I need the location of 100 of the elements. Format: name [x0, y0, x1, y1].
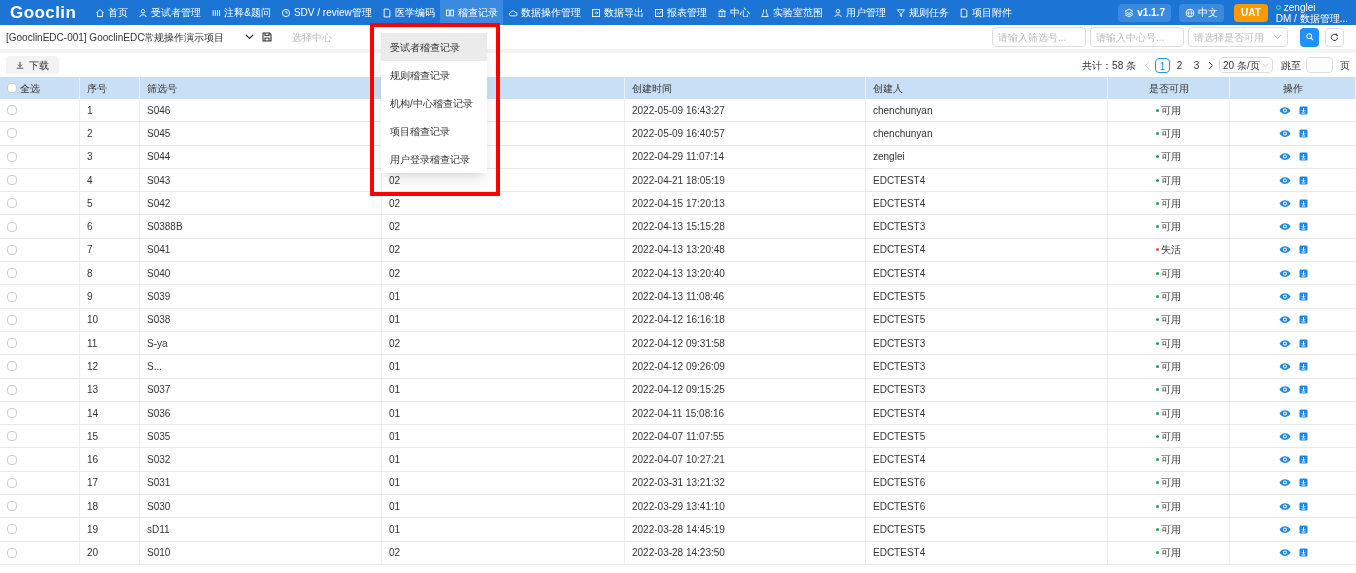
filter-field[interactable]: 请输入中心号...	[1090, 27, 1184, 47]
download-icon[interactable]	[1298, 361, 1308, 371]
eye-icon[interactable]	[1278, 385, 1291, 395]
eye-icon[interactable]	[1278, 292, 1291, 301]
download-icon[interactable]	[1298, 128, 1308, 138]
select-all-checkbox[interactable]: 全选	[7, 80, 40, 96]
nav-item[interactable]: 首页	[90, 0, 134, 25]
eye-icon[interactable]	[1278, 222, 1291, 232]
page-button[interactable]: 3	[1189, 57, 1204, 73]
nav-item[interactable]: 实验室范围	[754, 0, 828, 25]
eye-icon[interactable]	[1278, 478, 1291, 488]
nav-item[interactable]: 用户管理	[827, 0, 891, 25]
row-checkbox[interactable]	[7, 408, 17, 418]
menu-item[interactable]: 受试者稽查记录	[381, 33, 487, 61]
nav-item[interactable]: 报表管理	[648, 0, 712, 25]
row-checkbox[interactable]	[7, 151, 17, 162]
eye-icon[interactable]	[1278, 408, 1291, 418]
eye-icon[interactable]	[1278, 175, 1291, 185]
center-select[interactable]: 选择中心	[286, 27, 366, 47]
eye-icon[interactable]	[1278, 105, 1291, 115]
download-icon[interactable]	[1298, 478, 1308, 488]
project-select[interactable]: [GooclinEDC-001] GooclinEDC常规操作演示项目	[6, 27, 254, 47]
download-icon[interactable]	[1298, 268, 1308, 278]
row-checkbox[interactable]	[7, 477, 17, 488]
eye-icon[interactable]	[1278, 152, 1291, 162]
refresh-button[interactable]	[1325, 27, 1344, 47]
eye-icon[interactable]	[1278, 431, 1291, 441]
filter-field[interactable]: 请输入筛选号...	[992, 27, 1086, 47]
nav-item[interactable]: 受试者管理	[133, 0, 207, 25]
download-icon[interactable]	[1298, 245, 1308, 255]
row-checkbox[interactable]	[7, 175, 17, 186]
table-cell-text: EDCTEST3	[873, 220, 926, 235]
download-icon[interactable]	[1298, 408, 1308, 418]
table-cell-text: S0388B	[147, 220, 183, 235]
language-button[interactable]: 中文	[1178, 3, 1224, 22]
eye-icon[interactable]	[1278, 315, 1291, 325]
download-icon[interactable]	[1298, 501, 1308, 511]
row-checkbox[interactable]	[7, 338, 17, 349]
eye-icon[interactable]	[1278, 455, 1291, 465]
eye-icon[interactable]	[1278, 198, 1291, 208]
download-icon[interactable]	[1298, 455, 1308, 465]
download-icon[interactable]	[1298, 548, 1308, 558]
row-checkbox[interactable]	[7, 501, 17, 512]
menu-item[interactable]: 机构/中心稽查记录	[381, 89, 487, 117]
page-size-select[interactable]: 20 条/页	[1219, 57, 1273, 73]
menu-item[interactable]: 规则稽查记录	[381, 61, 487, 89]
eye-icon[interactable]	[1278, 338, 1291, 348]
eye-icon[interactable]	[1278, 501, 1291, 511]
nav-item[interactable]: SDV / review管理	[275, 0, 377, 25]
page-button[interactable]: 1	[1155, 57, 1170, 73]
table-cell-text: S043	[147, 173, 171, 188]
nav-item[interactable]: 医学编码	[376, 0, 440, 25]
row-checkbox[interactable]	[7, 314, 17, 325]
eye-icon[interactable]	[1278, 268, 1291, 278]
download-icon[interactable]	[1298, 338, 1308, 348]
nav-item[interactable]: 注释&题问	[206, 0, 276, 25]
row-checkbox[interactable]	[7, 244, 17, 255]
download-icon[interactable]	[1298, 525, 1308, 534]
nav-item[interactable]: 数据操作管理	[502, 0, 586, 25]
eye-icon[interactable]	[1278, 128, 1291, 138]
chevron-right-icon[interactable]	[1208, 60, 1214, 70]
nav-item[interactable]: 稽查记录	[439, 0, 503, 25]
download-icon[interactable]	[1298, 431, 1308, 441]
download-icon[interactable]	[1298, 292, 1308, 301]
search-button[interactable]	[1300, 27, 1319, 47]
row-checkbox[interactable]	[7, 105, 17, 116]
eye-icon[interactable]	[1278, 245, 1291, 255]
row-checkbox[interactable]	[7, 128, 17, 139]
row-checkbox[interactable]	[7, 547, 17, 558]
eye-icon[interactable]	[1278, 361, 1291, 371]
row-checkbox[interactable]	[7, 454, 17, 465]
download-icon[interactable]	[1298, 385, 1308, 395]
nav-item[interactable]: 规则任务	[890, 0, 954, 25]
eye-icon[interactable]	[1278, 548, 1291, 558]
row-checkbox[interactable]	[7, 431, 17, 442]
row-checkbox[interactable]	[7, 384, 17, 395]
nav-item[interactable]: 数据导出	[585, 0, 649, 25]
eye-icon[interactable]	[1278, 525, 1291, 534]
row-checkbox[interactable]	[7, 361, 17, 372]
menu-item[interactable]: 用户登录稽查记录	[381, 145, 487, 173]
download-icon[interactable]	[1298, 152, 1308, 162]
table-cell-text: 01	[389, 313, 401, 328]
nav-item[interactable]: 项目附件	[953, 0, 1017, 25]
download-icon[interactable]	[1298, 198, 1308, 208]
page-input[interactable]	[1306, 57, 1333, 73]
download-icon[interactable]	[1298, 315, 1308, 325]
page-button[interactable]: 2	[1172, 57, 1187, 73]
row-checkbox[interactable]	[7, 198, 17, 209]
download-icon[interactable]	[1298, 105, 1308, 115]
row-checkbox[interactable]	[7, 524, 17, 535]
row-checkbox[interactable]	[7, 291, 17, 302]
row-checkbox[interactable]	[7, 268, 17, 279]
version-badge[interactable]: v1.1.7	[1118, 3, 1171, 22]
download-icon[interactable]	[1298, 222, 1308, 232]
save-icon[interactable]	[262, 32, 272, 42]
nav-item[interactable]: 中心	[711, 0, 755, 25]
row-checkbox[interactable]	[7, 221, 17, 232]
download-icon[interactable]	[1298, 175, 1308, 185]
menu-item[interactable]: 项目稽查记录	[381, 117, 487, 145]
download-button[interactable]: 下载	[6, 56, 59, 74]
